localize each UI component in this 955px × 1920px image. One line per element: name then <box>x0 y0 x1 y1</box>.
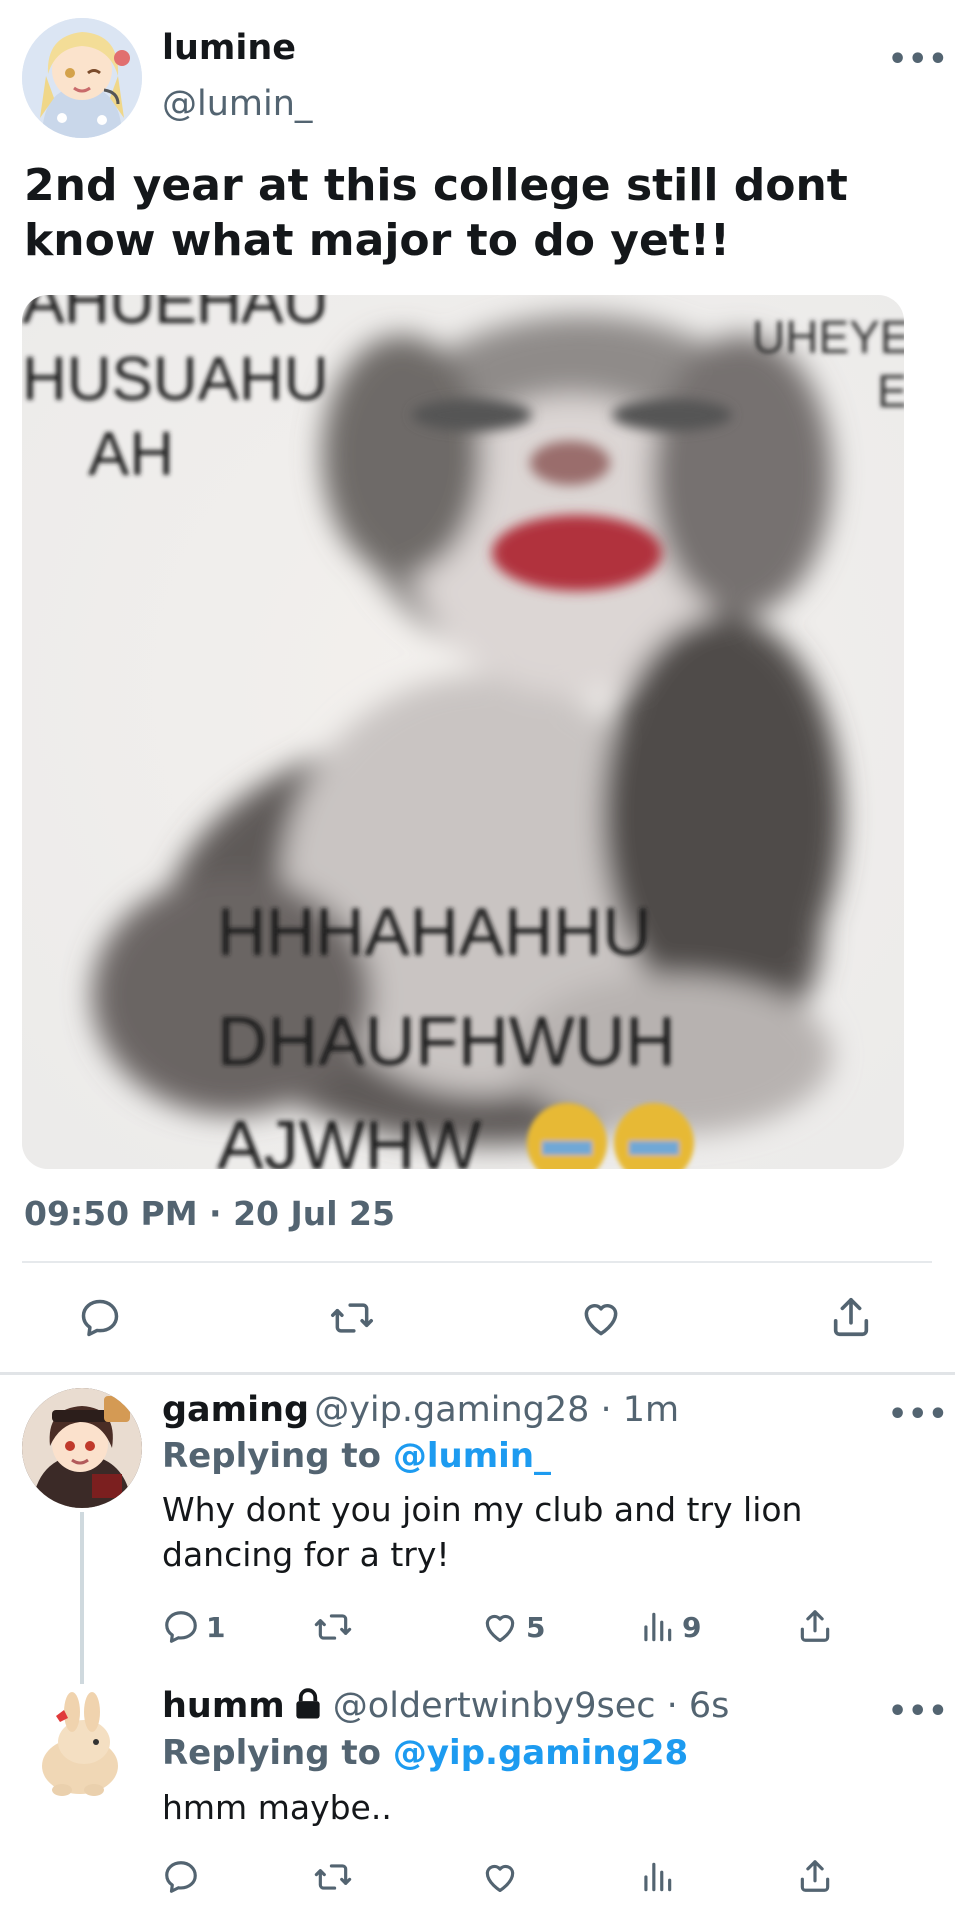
meme-text-top-right-1: UHEYE <box>752 311 904 363</box>
replying-to-line: Replying to @lumin_ <box>162 1436 551 1476</box>
tweet-media-image[interactable]: AHUEHAU HUSUAHU AH UHEYE E HHHAHAHHU DHA… <box>22 295 904 1169</box>
reply-more-options-icon[interactable]: ••• <box>888 1397 949 1432</box>
views-icon <box>644 1862 672 1892</box>
reply-text: hmm maybe.. <box>162 1788 392 1827</box>
like-icon <box>485 1864 515 1893</box>
reply-views-button[interactable]: 9 <box>640 1608 701 1646</box>
reply-retweet-button[interactable] <box>312 1858 354 1896</box>
reply-reply-button[interactable]: 1 <box>162 1608 225 1646</box>
tweet-timestamp[interactable]: 09:50 PM · 20 Jul 25 <box>24 1194 395 1233</box>
reply-views-button[interactable] <box>640 1858 674 1896</box>
humm-avatar[interactable] <box>22 1686 142 1806</box>
meme-text-top-1: AHUEHAU <box>22 295 328 337</box>
reply-like-button[interactable] <box>480 1858 520 1896</box>
share-button[interactable] <box>828 1294 874 1340</box>
reply-text-line: Why dont you join my club and try lion <box>162 1490 803 1529</box>
reply-header: gaming @yip.gaming28 · 1m <box>162 1390 679 1430</box>
reply-handle-time[interactable]: @yip.gaming28 · 1m <box>314 1390 679 1430</box>
replying-to-mention[interactable]: @lumin_ <box>393 1436 551 1476</box>
reply-like-button[interactable]: 5 <box>480 1608 545 1646</box>
replying-to-mention[interactable]: @yip.gaming28 <box>393 1733 688 1773</box>
meme-text-bottom-1: HHHAHAHHU <box>217 894 651 970</box>
reply-header: humm @oldertwinby9sec · 6s <box>162 1686 729 1726</box>
meme-text-bottom-3: AJWHW <box>217 1106 481 1169</box>
reply-reply-button[interactable] <box>162 1858 200 1896</box>
meme-text-top-2: HUSUAHU <box>22 345 329 414</box>
bunny-avatar-image <box>22 1686 142 1806</box>
anime-avatar-image <box>22 18 142 138</box>
lock-icon <box>293 1688 323 1724</box>
author-handle[interactable]: @lumin_ <box>162 84 312 124</box>
reply-count: 1 <box>206 1610 226 1644</box>
section-divider <box>0 1372 955 1375</box>
like-count: 5 <box>526 1610 546 1644</box>
retweet-icon <box>314 1864 352 1890</box>
retweet-button[interactable] <box>328 1296 376 1340</box>
reply-icon <box>165 1861 197 1893</box>
replying-to-line: Replying to @yip.gaming28 <box>162 1733 688 1773</box>
reply-share-button[interactable] <box>796 1606 834 1646</box>
reply-text: Why dont you join my club and try lion d… <box>162 1487 902 1577</box>
share-icon <box>800 1860 830 1892</box>
views-icon <box>644 1612 672 1642</box>
reply-text-line: dancing for a try! <box>162 1535 450 1574</box>
reply-author-name[interactable]: gaming <box>162 1390 309 1430</box>
tweet-text: 2nd year at this college still dont know… <box>24 160 848 266</box>
like-button[interactable] <box>578 1296 624 1340</box>
reply-handle-time[interactable]: @oldertwinby9sec · 6s <box>333 1686 730 1726</box>
share-icon <box>800 1610 830 1642</box>
reply-icon <box>165 1611 197 1643</box>
like-icon <box>485 1614 515 1643</box>
reply-button[interactable] <box>78 1296 122 1340</box>
more-options-icon[interactable]: ••• <box>888 42 949 77</box>
divider <box>22 1261 932 1263</box>
meme-text-top-3: AH <box>88 420 174 489</box>
replying-to-prefix: Replying to <box>162 1436 393 1476</box>
reply-more-options-icon[interactable]: ••• <box>888 1694 949 1729</box>
reply-author-name[interactable]: humm <box>162 1686 285 1726</box>
replying-to-prefix: Replying to <box>162 1733 393 1773</box>
meme-text-top-right-2: E <box>877 365 904 417</box>
retweet-icon <box>314 1614 352 1640</box>
share-icon <box>833 1297 869 1337</box>
reply-icon <box>81 1299 119 1337</box>
retweet-icon <box>331 1303 373 1333</box>
thread-connector-line <box>80 1512 84 1684</box>
reply-share-button[interactable] <box>796 1856 834 1896</box>
lumine-avatar[interactable] <box>22 18 142 138</box>
reply-retweet-button[interactable] <box>312 1608 354 1646</box>
meme-text-bottom-2: DHAUFHWUH <box>217 1002 676 1080</box>
like-icon <box>584 1304 618 1336</box>
views-count: 9 <box>682 1610 702 1644</box>
author-display-name[interactable]: lumine <box>162 28 296 68</box>
gaming-avatar[interactable] <box>22 1388 142 1508</box>
crying-cat-meme: AHUEHAU HUSUAHU AH UHEYE E HHHAHAHHU DHA… <box>22 295 904 1169</box>
anime-avatar-image <box>22 1388 142 1508</box>
